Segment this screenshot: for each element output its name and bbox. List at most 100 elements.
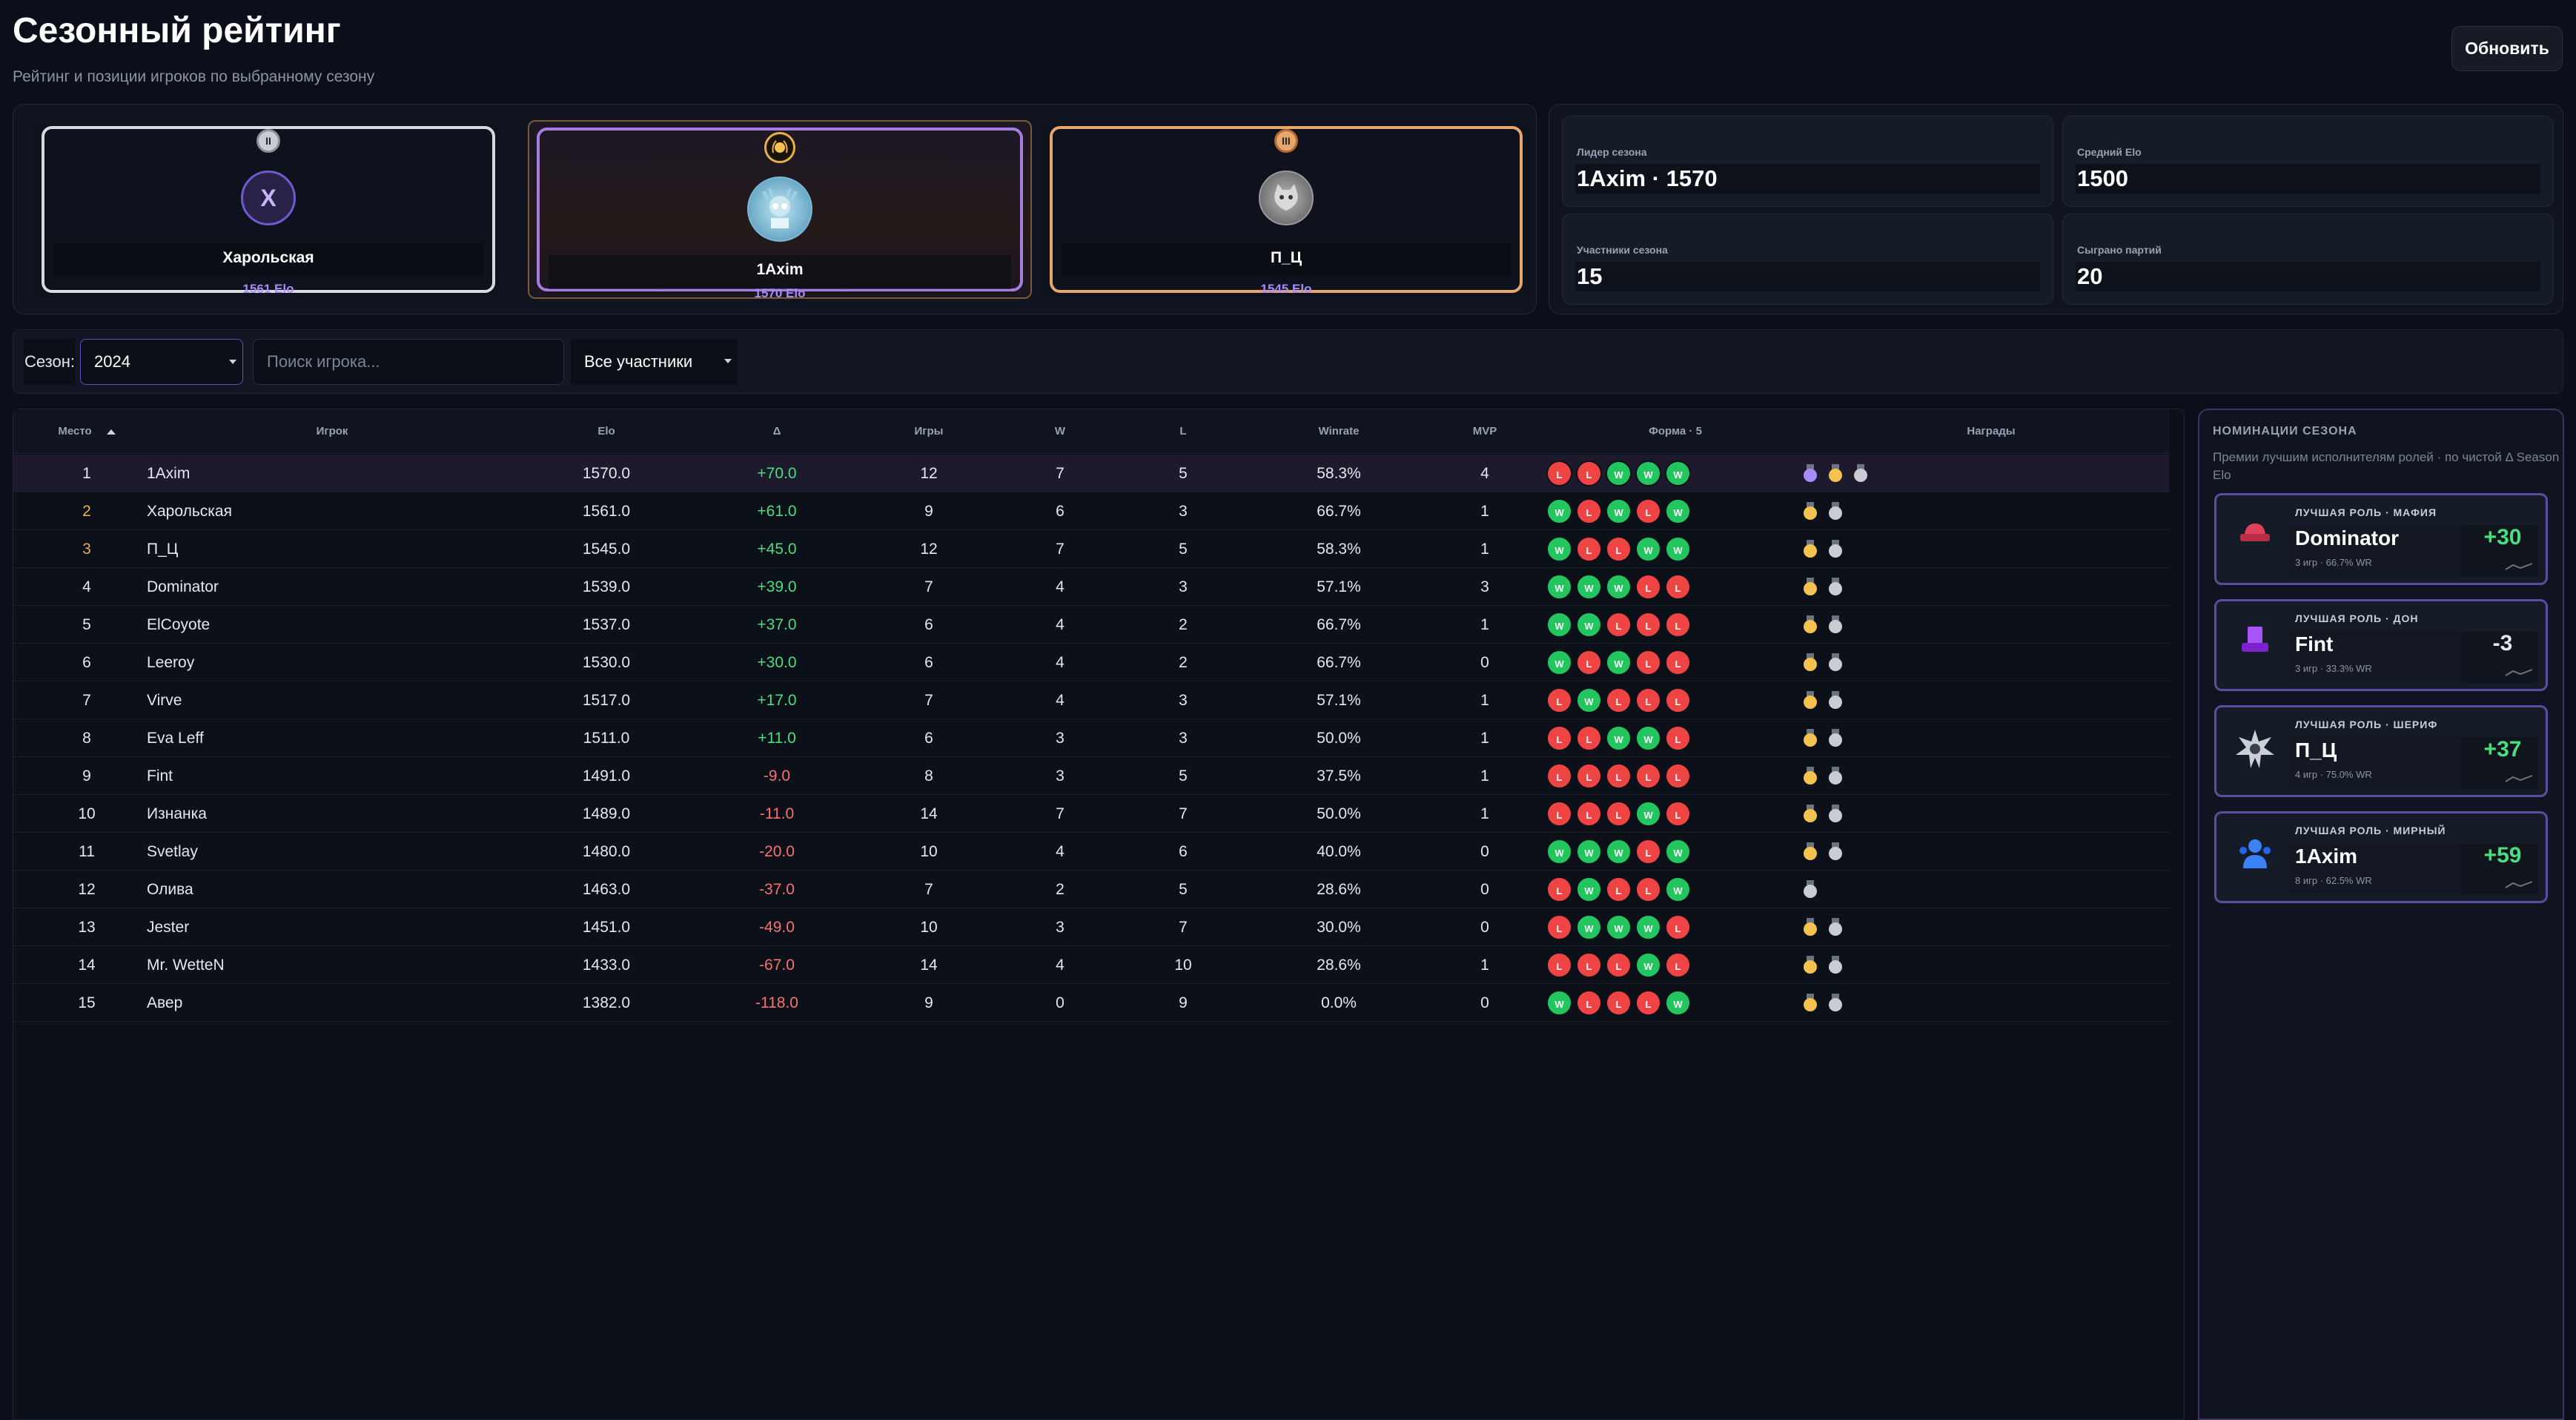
stat-value: 1500 [2076, 164, 2540, 194]
refresh-button[interactable]: Обновить [2451, 26, 2563, 71]
form-win-badge: W [1635, 460, 1661, 486]
gold-award-icon[interactable] [1827, 464, 1844, 482]
cell-delta: -20.0 [759, 843, 795, 860]
silver-award-icon[interactable] [1827, 653, 1844, 671]
header-games[interactable]: Игры [884, 409, 973, 454]
stat-value: 20 [2076, 262, 2540, 291]
nomination-score: +59 [2483, 843, 2522, 868]
cell-mvp: 1 [1480, 730, 1489, 747]
table-row[interactable]: 11 Svetlay 1480.0 -20.0 10 4 6 40.0% 0 W W W L W [13, 833, 2169, 871]
nomination-card[interactable]: ЛУЧШАЯ РОЛЬ · ШЕРИФ П_Ц 4 игр · 75.0% WR +3… [2214, 705, 2548, 797]
gold-award-icon[interactable] [1802, 691, 1818, 709]
podium-card-second[interactable]: II X Харольская 1561 Elo [34, 120, 503, 299]
gold-award-icon[interactable] [1802, 729, 1818, 747]
form-strip: WWWLL [1546, 574, 1691, 600]
form-win-badge: W [1576, 574, 1602, 600]
cell-delta: -118.0 [755, 994, 798, 1011]
podium-card-first[interactable]: 1Axim 1570 Elo [528, 120, 1032, 300]
cell-mvp: 1 [1480, 503, 1489, 520]
cell-elo: 1539.0 [582, 578, 631, 595]
cell-place: 15 [78, 994, 96, 1011]
silver-award-icon[interactable] [1827, 615, 1844, 633]
cell-elo: 1561.0 [582, 503, 631, 520]
form-win-badge: W [1606, 650, 1632, 676]
silver-award-icon[interactable] [1827, 918, 1844, 936]
cell-games: 12 [920, 541, 938, 558]
gold-award-icon[interactable] [1802, 994, 1818, 1011]
nomination-card[interactable]: ЛУЧШАЯ РОЛЬ · МИРНЫЙ 1Axim 8 игр · 62.5% W… [2214, 811, 2548, 903]
header-delta[interactable]: Δ [732, 409, 821, 454]
table-row[interactable]: 3 П_Ц 1545.0 +45.0 12 7 5 58.3% 1 W L L W W [13, 530, 2169, 568]
cell-games: 7 [924, 578, 933, 595]
table-row[interactable]: 5 ElCoyote 1537.0 +37.0 6 4 2 66.7% 1 W W L L L [13, 606, 2169, 644]
participants-select[interactable]: Все участники [571, 339, 738, 385]
cell-l: 5 [1179, 881, 1188, 898]
table-row[interactable]: 12 Олива 1463.0 -37.0 7 2 5 28.6% 0 L W L L W [13, 871, 2169, 908]
nomination-card[interactable]: ЛУЧШАЯ РОЛЬ · МАФИЯ Dominator 3 игр · 66.7… [2214, 493, 2548, 585]
cell-player: 1Axim [147, 465, 191, 482]
header-player[interactable]: Игрок [251, 409, 414, 454]
table-row[interactable]: 6 Leeroy 1530.0 +30.0 6 4 2 66.7% 0 W L W L L [13, 644, 2169, 681]
gold-award-icon[interactable] [1802, 956, 1818, 974]
table-row[interactable]: 1 1Axim 1570.0 +70.0 12 7 5 58.3% 4 L L W W W [13, 455, 2169, 492]
table-row[interactable]: 8 Eva Leff 1511.0 +11.0 6 3 3 50.0% 1 L L W W L [13, 719, 2169, 757]
form-win-badge: W [1665, 536, 1691, 562]
table-row[interactable]: 4 Dominator 1539.0 +39.0 7 4 3 57.1% 3 W W W L L [13, 568, 2169, 606]
silver-award-icon[interactable] [1802, 880, 1818, 898]
cell-w: 3 [1056, 919, 1064, 936]
silver-award-icon[interactable] [1827, 842, 1844, 860]
silver-award-icon[interactable] [1827, 994, 1844, 1011]
table-row[interactable]: 14 Mr. WetteN 1433.0 -67.0 14 4 10 28.6% 1 L L L W L [13, 946, 2169, 984]
table-row[interactable]: 15 Авер 1382.0 -118.0 9 0 9 0.0% 0 W L L L W [13, 984, 2169, 1022]
cell-place: 10 [78, 805, 96, 822]
table-row[interactable]: 2 Харольская 1561.0 +61.0 9 6 3 66.7% 1 W L W L W [13, 492, 2169, 530]
silver-award-icon[interactable] [1827, 502, 1844, 520]
gold-award-icon[interactable] [1802, 767, 1818, 785]
silver-award-icon[interactable] [1827, 956, 1844, 974]
gold-award-icon[interactable] [1802, 842, 1818, 860]
nomination-card[interactable]: ЛУЧШАЯ РОЛЬ · ДОН Fint 3 игр · 33.3% WR -3 [2214, 599, 2548, 691]
search-input[interactable] [253, 339, 564, 385]
cell-elo: 1491.0 [582, 767, 631, 785]
header-place[interactable]: Место [53, 409, 120, 454]
gold-award-icon[interactable] [1802, 578, 1818, 595]
cell-mvp: 3 [1480, 578, 1489, 595]
cell-place: 7 [82, 692, 91, 709]
cell-games: 6 [924, 616, 933, 633]
table-row[interactable]: 10 Изнанка 1489.0 -11.0 14 7 7 50.0% 1 L L L W L [13, 795, 2169, 833]
table-row[interactable]: 13 Jester 1451.0 -49.0 10 3 7 30.0% 0 L W W W L [13, 908, 2169, 946]
header-winrate[interactable]: Winrate [1287, 409, 1391, 454]
gold-award-icon[interactable] [1802, 502, 1818, 520]
silver-award-icon[interactable] [1827, 540, 1844, 558]
podium-card-third[interactable]: III П_Ц 1545 Elo [1042, 120, 1530, 299]
cell-games: 6 [924, 654, 933, 671]
gold-award-icon[interactable] [1802, 805, 1818, 822]
gold-award-icon[interactable] [1802, 615, 1818, 633]
table-row[interactable]: 9 Fint 1491.0 -9.0 8 3 5 37.5% 1 L L L L L [13, 757, 2169, 795]
silver-award-icon[interactable] [1827, 767, 1844, 785]
form-loss-badge: L [1606, 952, 1632, 978]
cell-player: Авер [147, 994, 183, 1011]
gold-award-icon[interactable] [1802, 540, 1818, 558]
cell-place: 1 [82, 465, 91, 482]
form-strip: LWLLW [1546, 876, 1691, 902]
header-l[interactable]: L [1139, 409, 1228, 454]
stat-value: 15 [1575, 262, 2040, 291]
silver-award-icon[interactable] [1827, 578, 1844, 595]
silver-award-icon[interactable] [1827, 691, 1844, 709]
gold-award-icon[interactable] [1802, 918, 1818, 936]
form-win-badge: W [1665, 460, 1691, 486]
silver-award-icon[interactable] [1827, 729, 1844, 747]
form-win-badge: W [1576, 914, 1602, 940]
cell-delta: -37.0 [759, 881, 795, 898]
header-elo[interactable]: Elo [562, 409, 651, 454]
gold-award-icon[interactable] [1802, 653, 1818, 671]
violet-award-icon[interactable] [1802, 464, 1818, 482]
cell-delta: -67.0 [759, 957, 795, 974]
header-w[interactable]: W [1016, 409, 1105, 454]
silver-award-icon[interactable] [1827, 805, 1844, 822]
silver-award-icon[interactable] [1852, 464, 1869, 482]
table-row[interactable]: 7 Virve 1517.0 +17.0 7 4 3 57.1% 1 L W L L L [13, 681, 2169, 719]
season-select[interactable]: 2024 [80, 339, 243, 385]
header-mvp[interactable]: MVP [1440, 409, 1529, 454]
